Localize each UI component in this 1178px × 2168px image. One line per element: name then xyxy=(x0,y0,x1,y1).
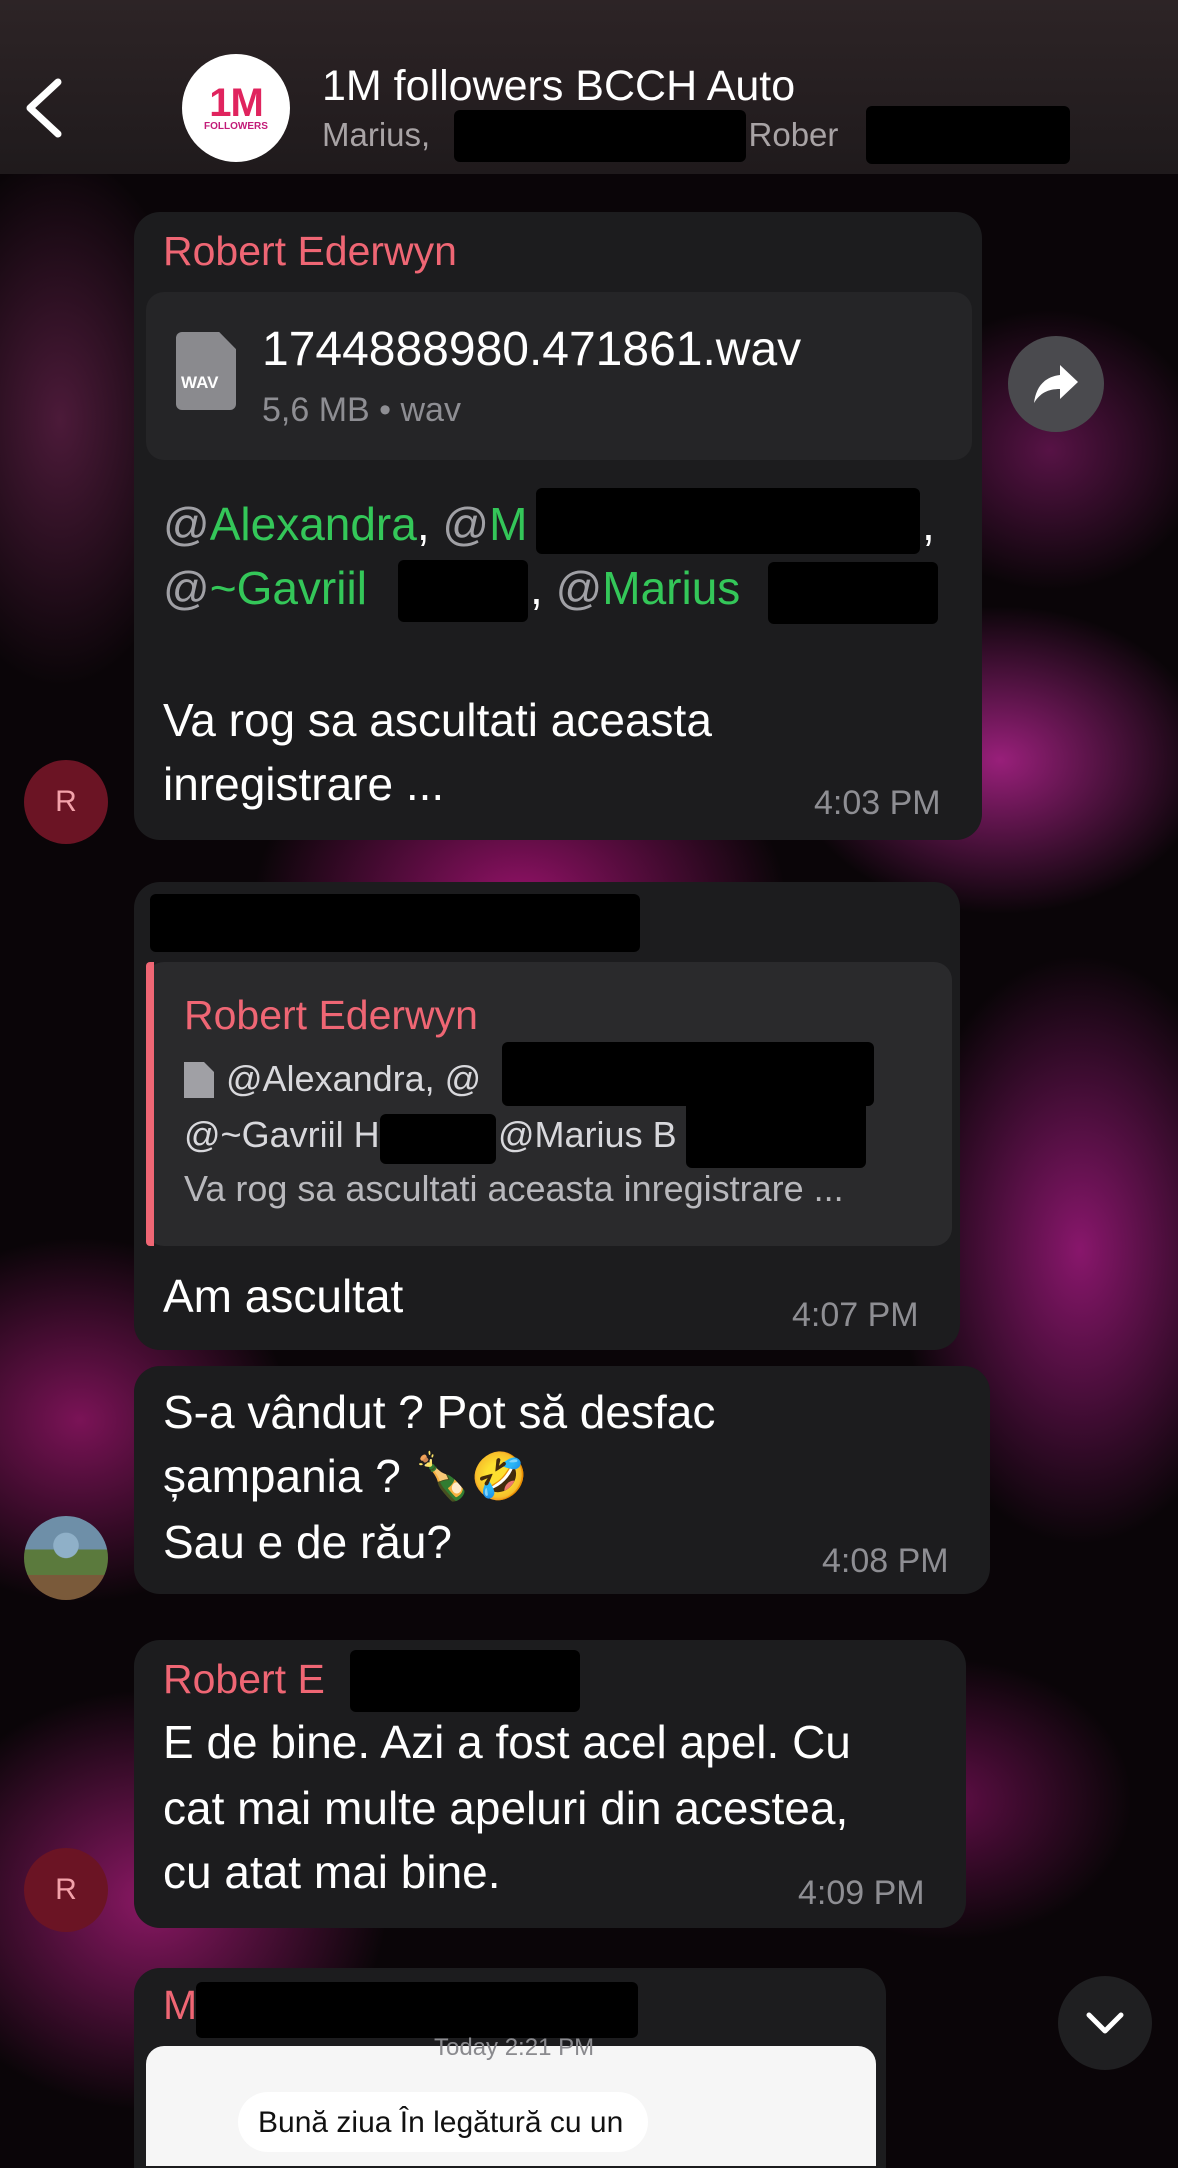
redaction xyxy=(196,1982,638,2038)
sender-name[interactable]: Robert Ederwyn xyxy=(163,228,457,275)
mention-line: , @Marius xyxy=(530,562,741,614)
redaction xyxy=(398,560,528,622)
message-text: cu atat mai bine. xyxy=(163,1846,501,1898)
mention-link[interactable]: Marius xyxy=(602,562,740,614)
message-text: Sau e de rău? xyxy=(163,1516,453,1568)
logo-text: 1M xyxy=(209,80,264,125)
scroll-down-button[interactable] xyxy=(1058,1976,1152,2070)
sender-avatar[interactable]: R xyxy=(24,760,108,844)
redaction xyxy=(768,562,938,624)
mention-line: @Alexandra, @M xyxy=(163,498,528,550)
file-name: 1744888980.471861.wav xyxy=(262,323,802,376)
sender-name[interactable]: Robert E xyxy=(163,1656,325,1703)
reply-text: @~Gavriil H xyxy=(184,1114,380,1155)
reply-text: @Marius B xyxy=(498,1114,677,1155)
redaction xyxy=(686,1096,866,1168)
document-icon xyxy=(176,332,236,410)
mention-comma: , xyxy=(922,498,935,550)
member-name: , Rober xyxy=(730,116,839,153)
sender-avatar[interactable] xyxy=(24,1516,108,1600)
group-avatar[interactable]: 1M FOLLOWERS xyxy=(182,54,290,162)
redaction xyxy=(536,488,920,554)
redaction xyxy=(350,1650,580,1712)
forward-button[interactable] xyxy=(1008,336,1104,432)
sender-name[interactable]: M xyxy=(163,1982,197,2029)
redaction xyxy=(150,894,640,952)
logo-subtext: FOLLOWERS xyxy=(204,120,268,132)
file-ext-label: WAV xyxy=(181,373,219,392)
screenshot-time: Today 2:21 PM xyxy=(434,2034,595,2061)
reply-sender: Robert Ederwyn xyxy=(184,992,478,1038)
message-time: 4:08 PM xyxy=(822,1542,949,1580)
chat-title[interactable]: 1M followers BCCH Auto xyxy=(322,62,795,111)
chevron-down-icon xyxy=(1086,2012,1124,2034)
message-time: 4:09 PM xyxy=(798,1874,925,1912)
mention-link[interactable]: ~Gavriil xyxy=(210,562,367,614)
member-name: Marius, xyxy=(322,116,431,153)
sender-avatar[interactable]: R xyxy=(24,1848,108,1932)
message-time: 4:03 PM xyxy=(814,784,941,822)
message-text: Va rog sa ascultati aceasta xyxy=(163,694,712,746)
redaction xyxy=(454,110,746,162)
message-text: inregistrare ... xyxy=(163,758,445,810)
redaction xyxy=(380,1114,496,1164)
share-arrow-icon xyxy=(1034,365,1078,403)
reply-text: Va rog sa ascultati aceasta inregistrare… xyxy=(184,1168,844,1209)
document-icon xyxy=(184,1062,214,1098)
message-text: cat mai multe apeluri din acestea, xyxy=(163,1782,849,1834)
chevron-left-icon[interactable] xyxy=(22,76,66,140)
reply-text: @Alexandra, @ xyxy=(226,1058,482,1099)
message-text: S-a vândut ? Pot să desfac xyxy=(163,1386,716,1438)
message-text: șampania ? 🍾🤣 xyxy=(163,1450,529,1502)
redaction xyxy=(866,106,1070,164)
reply-accent-bar xyxy=(146,962,154,1246)
message-text: Am ascultat xyxy=(163,1270,404,1322)
message-text: E de bine. Azi a fost acel apel. Cu xyxy=(163,1716,851,1768)
message-time: 4:07 PM xyxy=(792,1296,919,1334)
chat-header: 1M FOLLOWERS 1M followers BCCH Auto Mari… xyxy=(0,0,1178,174)
mention-link[interactable]: Alexandra xyxy=(210,498,417,550)
file-meta: 5,6 MB • wav xyxy=(262,391,461,429)
mention-line: @~Gavriil xyxy=(163,562,367,614)
